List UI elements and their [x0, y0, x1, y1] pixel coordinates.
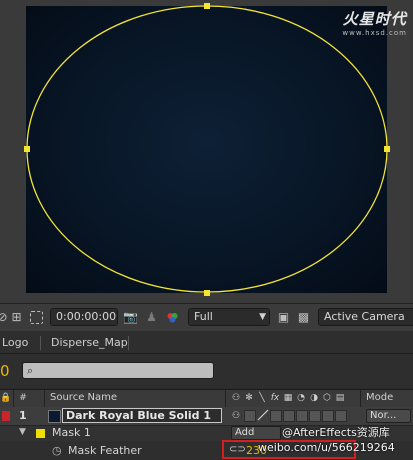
camera-snapshot-icon[interactable]: 📷 [123, 311, 138, 324]
motion-blur-switch-icon: ◔ [297, 393, 305, 403]
timeline-controls: 0 ⌕ [0, 354, 413, 388]
layer-name-field[interactable]: Dark Royal Blue Solid 1 [62, 408, 222, 423]
viewer-toolbar: ⊘ ⊞ 0:00:00:00 📷 ♟ Full ▼ ▣ ▩ Active Cam… [0, 303, 413, 332]
layer-number-column-icon: # [19, 393, 27, 403]
3d-toggle[interactable] [322, 410, 334, 422]
tab-disperse-map[interactable]: Disperse_Map [45, 334, 134, 353]
camera-dropdown[interactable]: Active Camera [318, 308, 413, 326]
quality-slash-icon [257, 409, 269, 421]
shy-toggle-icon[interactable]: ⚇ [231, 411, 241, 421]
resolution-dropdown[interactable]: Full ▼ [188, 308, 270, 326]
region-of-interest-icon[interactable] [30, 311, 43, 324]
watermark-logo: 火星时代 www.hxsd.com [342, 8, 407, 37]
mask-mode-dropdown[interactable]: Add [231, 426, 281, 440]
camera-value: Active Camera [324, 310, 405, 323]
layer-label-color[interactable] [2, 411, 10, 421]
timeline-tabs: Logo Disperse_Map [0, 331, 413, 354]
collapse-switch-icon: ✻ [245, 393, 253, 403]
adjustment-toggle[interactable] [309, 410, 321, 422]
layer-search-box[interactable]: ⌕ [22, 362, 214, 380]
motion-blur-toggle[interactable] [296, 410, 308, 422]
rgb-circles-graphic [167, 313, 178, 323]
timeline-column-header: 🔒 # Source Name ⚇ ✻ ╲ fx ▦ ◔ ◑ ⬡ ▤ Mode [0, 389, 413, 408]
source-name-header[interactable]: Source Name [50, 392, 117, 403]
quality-toggle[interactable] [257, 409, 269, 421]
target-region-icon[interactable]: ▣ [277, 311, 290, 324]
mask-vertex-right[interactable] [384, 146, 390, 152]
3d-toggle[interactable] [335, 410, 347, 422]
layer-mode-dropdown[interactable]: Nor... [366, 409, 411, 423]
grid-icon[interactable]: ⊞ [10, 311, 23, 324]
column-divider [225, 390, 226, 407]
adjustment-layer-switch-icon: ◑ [310, 393, 318, 403]
column-divider [13, 390, 14, 407]
mask-vertex-bottom[interactable] [204, 290, 210, 296]
mask-vertex-left[interactable] [24, 146, 30, 152]
collapse-toggle[interactable] [244, 410, 256, 422]
tab-logo[interactable]: Logo [0, 334, 34, 353]
search-icon: ⌕ [27, 364, 34, 377]
mask-feather-label: Mask Feather [68, 444, 142, 457]
column-divider [44, 390, 45, 407]
frame-blend-toggle[interactable] [283, 410, 295, 422]
current-time-field[interactable]: 0:00:00:00 [50, 308, 118, 326]
frame-blend-switch-icon: ▦ [283, 393, 293, 403]
current-time-display[interactable]: 0 [0, 362, 10, 380]
lock-column-icon: 🔒 [0, 393, 12, 403]
mask-color-swatch[interactable] [36, 429, 45, 438]
expand-triangle-icon[interactable]: ▼ [19, 427, 26, 437]
mask-path[interactable] [26, 5, 388, 293]
transparency-grid-icon[interactable]: ▩ [297, 311, 310, 324]
show-snapshot-icon[interactable]: ♟ [145, 311, 158, 324]
tab-separator [128, 336, 129, 350]
layer-search-input[interactable] [39, 363, 213, 380]
effects-switch-icon: fx [270, 393, 280, 403]
stopwatch-icon[interactable]: ◷ [52, 444, 62, 457]
layer-index: 1 [19, 409, 27, 422]
chevron-down-icon: ▼ [259, 312, 266, 322]
layer-solid-thumbnail [48, 410, 61, 423]
resolution-value: Full [194, 310, 213, 323]
composition-viewer: 火星时代 www.hxsd.com [0, 0, 413, 303]
quality-switch-icon: ╲ [259, 393, 265, 403]
watermark-site: www.hxsd.com [342, 29, 407, 37]
3d-layer-switch-icon: ▤ [335, 393, 345, 403]
effects-toggle[interactable] [270, 410, 282, 422]
magnify-icon[interactable]: ⊘ [0, 311, 9, 324]
mask-vertex-top[interactable] [204, 3, 210, 9]
watermark-weibo: weibo.com/u/566219264 [258, 441, 395, 454]
mode-header[interactable]: Mode [366, 392, 393, 403]
column-divider [360, 390, 361, 407]
watermark-logo-text: 火星时代 [342, 10, 407, 28]
3d-layer-switch-icon: ⬡ [323, 393, 331, 403]
mask-overlay[interactable] [24, 3, 390, 296]
composition-canvas[interactable] [24, 3, 390, 296]
watermark-channel: @AfterEffects资源库 [282, 426, 390, 439]
tab-separator [40, 336, 41, 350]
mask-name[interactable]: Mask 1 [52, 426, 91, 439]
shy-switch-icon: ⚇ [231, 393, 241, 403]
color-channels-icon[interactable] [166, 311, 179, 324]
